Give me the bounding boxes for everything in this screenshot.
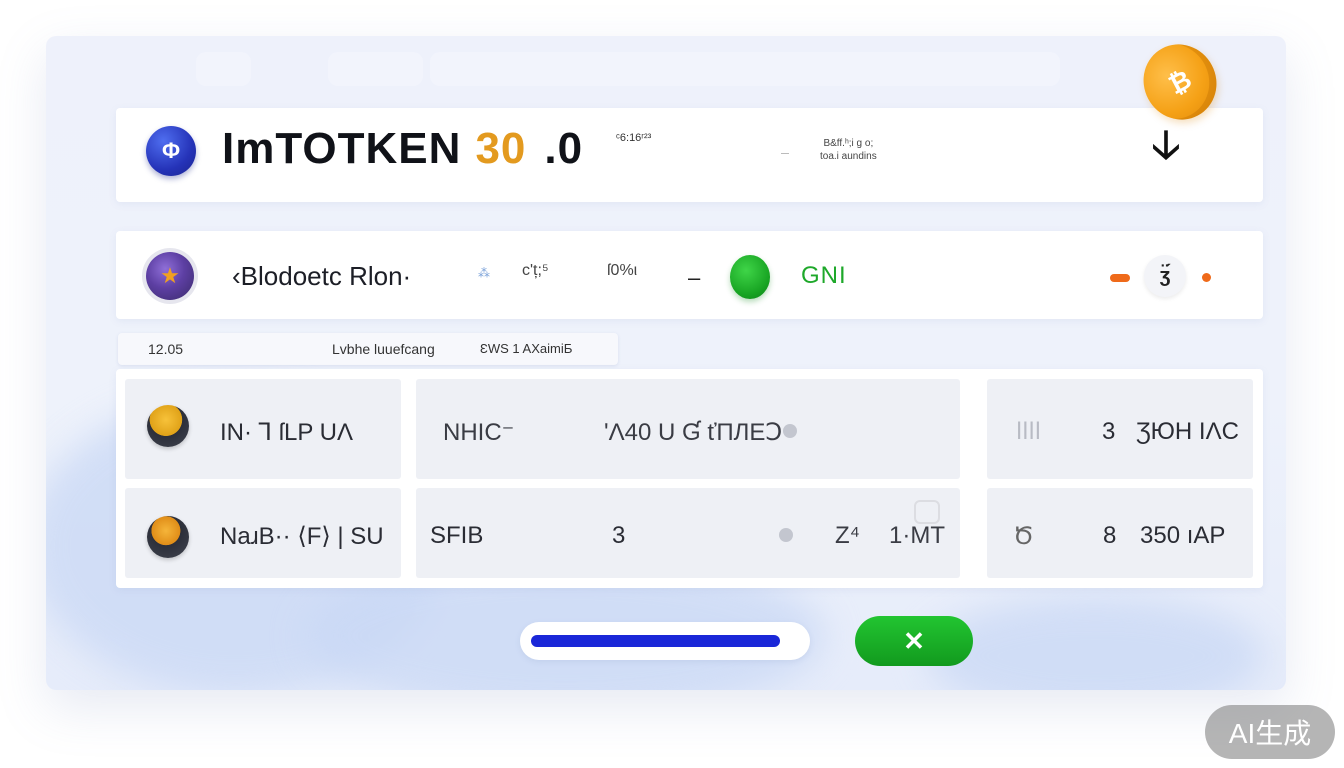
row-detail: ʹΛ40 U Ɠ ťΠЛEↃ xyxy=(604,419,783,446)
row-amount: ƷЮH IΛC xyxy=(1136,418,1239,445)
header-divider xyxy=(781,153,789,154)
info-label: Lvbhe luuefcang xyxy=(332,341,435,357)
token-icon xyxy=(147,516,189,558)
toolbar-chip xyxy=(196,52,251,86)
arrow-down-icon: 🡣 xyxy=(1151,123,1181,167)
row-small-value: 1·MT xyxy=(889,522,945,549)
row-marker-icon xyxy=(779,528,793,542)
info-note: ƐWS 1 AXaimiƂ xyxy=(480,341,573,356)
token-avatar-icon: ★ xyxy=(146,252,194,300)
brand-version-suffix: .0 xyxy=(544,124,584,173)
token-icon xyxy=(147,405,189,447)
download-button[interactable]: 🡣 xyxy=(1140,123,1192,174)
row-small-value: Z⁴ xyxy=(835,522,860,549)
row-amount: 350 ıAP xyxy=(1140,522,1226,549)
token-status: GNI xyxy=(801,262,847,289)
sparkle-icon: ⁂ xyxy=(478,266,490,280)
table-cell[interactable] xyxy=(416,488,960,578)
info-strip: 12.05 Lvbhe luuefcang ƐWS 1 AXaimiƂ xyxy=(118,333,618,365)
settings-round-button[interactable]: ʒ̈́ xyxy=(1144,255,1186,297)
orange-dot-indicator xyxy=(1202,273,1211,282)
row-pair: NHIC⁻ xyxy=(443,419,515,446)
address-bar[interactable] xyxy=(430,52,1060,86)
row-bars: ǀǀǀǀ xyxy=(1016,418,1041,445)
status-indicator-icon xyxy=(730,255,770,299)
header-info-line: toa.i aundins xyxy=(820,151,877,162)
brand-title: ImTOTKEN 30 .0 xyxy=(222,124,583,174)
orange-pill-indicator xyxy=(1110,274,1130,282)
header-info: B&ff.ʰ;i g o; toa.i aundins xyxy=(820,137,877,163)
info-value: 12.05 xyxy=(148,341,184,357)
row-marker-icon xyxy=(783,424,797,438)
progress-fill xyxy=(531,635,780,647)
progress-bar xyxy=(520,622,810,660)
brand-name: ImTOTKEN xyxy=(222,124,462,173)
imtoken-logo: Φ xyxy=(146,126,196,176)
token-name: ‹Blodoetc Rlon· xyxy=(232,261,412,291)
brand-superscript: ᶜ6:16ʳ²³ xyxy=(616,132,652,144)
row-qty: 3 xyxy=(1102,418,1116,445)
row-token-name: NaɹB·· ⟨F⟩ | SU xyxy=(220,523,384,550)
close-button[interactable]: ✕ xyxy=(855,616,973,666)
brand-version: 30 xyxy=(475,124,527,173)
ai-generated-badge: AI生成 xyxy=(1205,705,1335,759)
row-count: 3 xyxy=(612,522,626,549)
background-blob xyxy=(926,596,1266,690)
token-percent: ſ0%ι xyxy=(607,262,638,279)
row-qty: 8 xyxy=(1103,522,1117,549)
row-mark: Ծ xyxy=(1013,523,1034,550)
toolbar-chip xyxy=(328,52,423,86)
ghost-icon xyxy=(914,500,940,524)
header-info-line: B&ff.ʰ;i g o; xyxy=(823,138,874,149)
separator-dash: – xyxy=(688,265,701,290)
row-token-name: IN· ⅂ ſLP UΛ xyxy=(220,419,353,446)
token-change: c'ț;⁵ xyxy=(522,262,549,279)
row-pair: SFIB xyxy=(430,522,484,549)
